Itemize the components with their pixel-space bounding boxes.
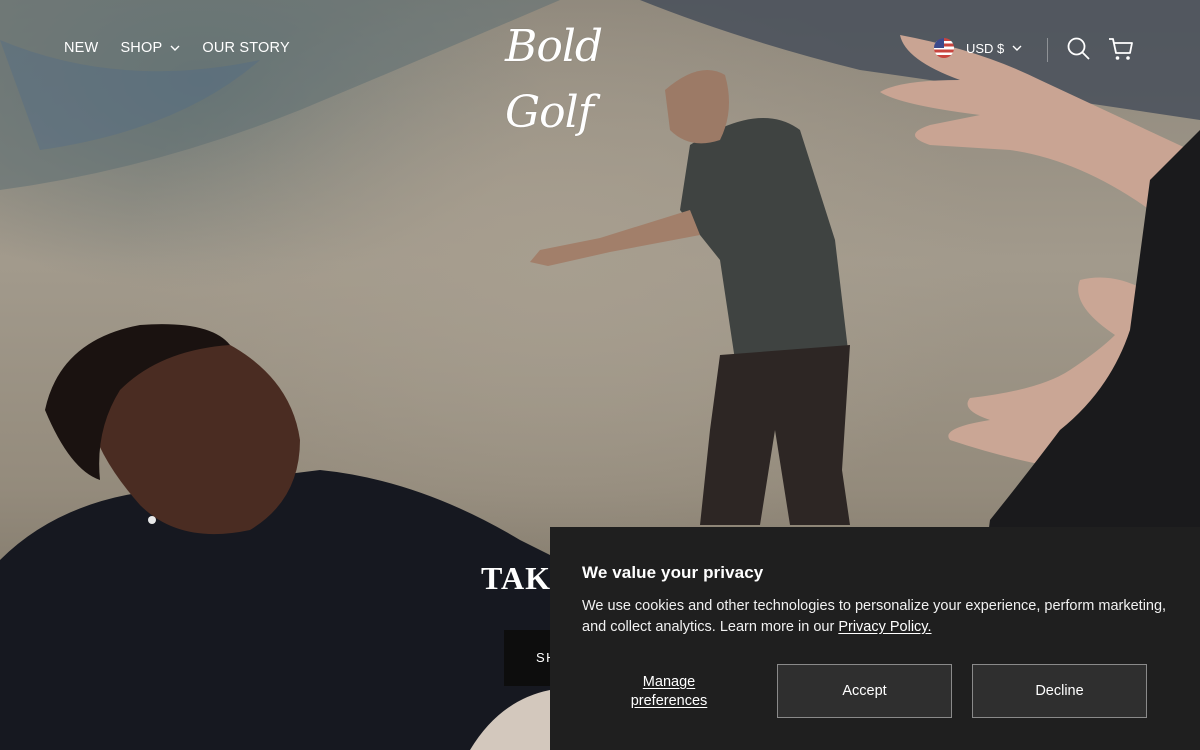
manage-preferences-link[interactable]: Manage preferences bbox=[616, 673, 722, 711]
logo[interactable]: Bold Golf bbox=[505, 14, 700, 138]
main-nav: NEW SHOP OUR STORY bbox=[64, 40, 312, 56]
cart-button[interactable] bbox=[1108, 36, 1134, 62]
decline-button[interactable]: Decline bbox=[972, 664, 1147, 718]
privacy-policy-link[interactable]: Privacy Policy. bbox=[838, 619, 931, 635]
header-divider bbox=[1047, 38, 1048, 62]
currency-label: USD $ bbox=[966, 40, 1005, 56]
search-button[interactable] bbox=[1066, 36, 1092, 62]
cookie-title: We value your privacy bbox=[582, 563, 764, 582]
accept-button[interactable]: Accept bbox=[777, 664, 952, 718]
search-icon bbox=[1067, 37, 1090, 60]
currency-selector[interactable]: USD $ bbox=[934, 38, 1022, 58]
nav-shop[interactable]: SHOP bbox=[120, 40, 180, 56]
site-header: NEW SHOP OUR STORY Bold Golf USD $ bbox=[0, 0, 1200, 138]
nav-our-story-label: OUR STORY bbox=[202, 40, 290, 56]
us-flag-icon bbox=[934, 38, 954, 58]
nav-new-label: NEW bbox=[64, 40, 99, 56]
nav-shop-label: SHOP bbox=[120, 40, 163, 56]
nav-our-story[interactable]: OUR STORY bbox=[202, 40, 289, 56]
chevron-down-icon bbox=[170, 45, 180, 51]
cart-icon bbox=[1109, 38, 1133, 60]
nav-new[interactable]: NEW bbox=[64, 40, 98, 56]
cookie-text: We use cookies and other technologies to… bbox=[582, 596, 1172, 638]
chevron-down-icon bbox=[1012, 45, 1022, 51]
cookie-banner: We value your privacy We use cookies and… bbox=[550, 527, 1200, 750]
